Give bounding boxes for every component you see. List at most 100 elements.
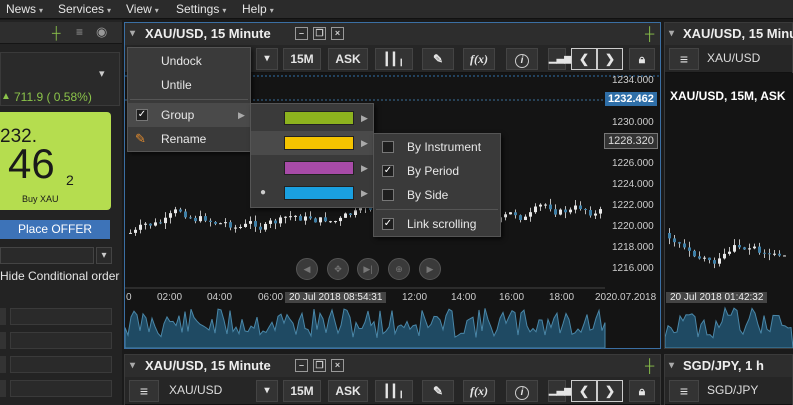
- by-side-item[interactable]: By Side: [374, 183, 500, 207]
- candle: [519, 215, 522, 220]
- place-offer-button[interactable]: Place OFFER: [0, 220, 110, 239]
- window-menu-chevron-icon[interactable]: ▾: [130, 23, 135, 45]
- candle: [314, 218, 317, 223]
- scroll-left-icon[interactable]: ❮: [571, 380, 597, 402]
- volume-bars-icon[interactable]: ▁▃▅: [548, 48, 572, 70]
- nav-first-icon[interactable]: ◀: [296, 258, 318, 280]
- nav-next-icon[interactable]: ▶: [419, 258, 441, 280]
- buy-button[interactable]: 232. 46 2 Buy XAU: [0, 112, 111, 210]
- close-icon[interactable]: ×: [331, 359, 344, 372]
- candle: [234, 227, 237, 229]
- nav-reset-icon[interactable]: ▶|: [357, 258, 379, 280]
- main-chart-titlebar[interactable]: ▾ XAU/USD, 15 Minute – ❐ × ┼: [125, 23, 660, 45]
- green-pin-icon[interactable]: ┼: [645, 23, 654, 45]
- green-pin-icon[interactable]: ┼: [52, 26, 61, 40]
- menu-settings[interactable]: Settings ▾: [176, 2, 226, 16]
- color-item-purple[interactable]: ▶: [251, 156, 373, 180]
- by-period-checkbox[interactable]: ✓: [382, 165, 394, 177]
- chart-type-dropdown-icon[interactable]: ▾: [256, 48, 278, 70]
- right-chart-plot[interactable]: [665, 73, 793, 348]
- quantity-dropdown-icon[interactable]: ▾: [96, 247, 112, 264]
- order-field-3[interactable]: [10, 356, 112, 373]
- by-instrument-item[interactable]: By Instrument: [374, 135, 500, 159]
- undock-menu-item[interactable]: Undock: [128, 49, 250, 73]
- bottom-right-titlebar[interactable]: ▾ SGD/JPY, 1 h: [665, 355, 792, 377]
- window-menu-chevron-icon[interactable]: ▾: [130, 355, 135, 377]
- time-label: 16:00: [499, 292, 525, 303]
- eye-icon[interactable]: ◉: [96, 24, 107, 40]
- candle: [673, 238, 676, 243]
- right-chart-title: XAU/USD, 15 Minute: [683, 26, 793, 41]
- candle: [334, 221, 337, 223]
- menu-services[interactable]: Services ▾: [58, 2, 111, 16]
- link-scrolling-checkbox[interactable]: ✓: [382, 218, 394, 230]
- info-icon[interactable]: i: [506, 380, 538, 402]
- lock-icon[interactable]: 🔒︎: [629, 48, 655, 70]
- menu-help[interactable]: Help ▾: [242, 2, 274, 16]
- untile-menu-item[interactable]: Untile: [128, 73, 250, 97]
- window-menu-chevron-icon[interactable]: ▾: [669, 355, 674, 377]
- indicators-fx-button[interactable]: f(x): [463, 380, 495, 402]
- chart-type-dropdown-icon[interactable]: ▾: [256, 380, 278, 402]
- lock-icon[interactable]: 🔒︎: [629, 380, 655, 402]
- close-icon[interactable]: ×: [331, 27, 344, 40]
- color-item-blue[interactable]: ● ▶: [251, 181, 373, 205]
- quantity-field[interactable]: [0, 247, 94, 264]
- green-pin-icon[interactable]: ┼: [645, 355, 654, 377]
- by-period-item[interactable]: ✓ By Period: [374, 159, 500, 183]
- menu-lines-icon[interactable]: ≡: [76, 25, 83, 39]
- scroll-right-icon[interactable]: ❯: [597, 380, 623, 402]
- zoom-icon[interactable]: ⊕: [388, 258, 410, 280]
- nav-pan-icon[interactable]: ✥: [327, 258, 349, 280]
- restore-icon[interactable]: ❐: [313, 359, 326, 372]
- candle: [698, 256, 701, 259]
- order-field-2[interactable]: [10, 332, 112, 349]
- hamburger-menu-icon[interactable]: ≡: [669, 48, 699, 70]
- color-item-green[interactable]: ▶: [251, 106, 373, 130]
- right-chart-titlebar[interactable]: ▾ XAU/USD, 15 Minute: [665, 23, 793, 45]
- candle: [743, 247, 746, 250]
- order-field-4[interactable]: [10, 380, 112, 397]
- by-instrument-checkbox[interactable]: [382, 141, 394, 153]
- candles-icon[interactable]: ┃┃╷: [375, 380, 413, 402]
- restore-icon[interactable]: ❐: [313, 27, 326, 40]
- rename-menu-item[interactable]: ✎ Rename: [128, 127, 250, 151]
- hamburger-menu-icon[interactable]: ≡: [129, 380, 159, 402]
- menu-news[interactable]: News ▾: [6, 2, 43, 16]
- order-field-1[interactable]: [10, 308, 112, 325]
- bottom-chart-toolbar: ≡ XAU/USD ▾ 15M ASK ┃┃╷ ✎ f(x) i ▁▃▅ ❮ ❯…: [125, 377, 660, 405]
- candle: [219, 223, 222, 225]
- window-menu-chevron-icon[interactable]: ▾: [669, 23, 674, 45]
- scroll-left-icon[interactable]: ❮: [571, 48, 597, 70]
- bottom-chart-titlebar[interactable]: ▾ XAU/USD, 15 Minute – ❐ × ┼: [125, 355, 660, 377]
- hide-conditional-order-link[interactable]: Hide Conditional order: [0, 269, 119, 283]
- group-menu-item[interactable]: ✓ Group ▶: [128, 103, 250, 127]
- menu-view[interactable]: View ▾: [126, 2, 159, 16]
- candle: [584, 208, 587, 211]
- hamburger-menu-icon[interactable]: ≡: [669, 380, 699, 402]
- yellow-swatch: [284, 136, 354, 150]
- scroll-right-icon[interactable]: ❯: [597, 48, 623, 70]
- dropdown-chevron-icon[interactable]: ▾: [99, 67, 105, 80]
- timeframe-button[interactable]: 15M: [283, 380, 321, 402]
- minimize-icon[interactable]: –: [295, 27, 308, 40]
- timeframe-button[interactable]: 15M: [283, 48, 321, 70]
- color-item-yellow[interactable]: ▶: [251, 131, 373, 155]
- group-checkbox[interactable]: ✓: [136, 109, 148, 121]
- candle: [254, 221, 257, 227]
- by-side-checkbox[interactable]: [382, 189, 394, 201]
- side-button[interactable]: ASK: [328, 380, 368, 402]
- draw-pencil-icon[interactable]: ✎: [422, 380, 454, 402]
- candle: [509, 212, 512, 215]
- by-side-label: By Side: [407, 188, 449, 202]
- side-button[interactable]: ASK: [328, 48, 368, 70]
- indicators-fx-button[interactable]: f(x): [463, 48, 495, 70]
- candles-icon[interactable]: ┃┃╷: [375, 48, 413, 70]
- draw-pencil-icon[interactable]: ✎: [422, 48, 454, 70]
- minimize-icon[interactable]: –: [295, 359, 308, 372]
- link-scrolling-item[interactable]: ✓ Link scrolling: [374, 212, 500, 236]
- price-label: 1216.000: [612, 263, 654, 274]
- right-chart-toolbar: ≡ XAU/USD: [665, 45, 792, 73]
- volume-bars-icon[interactable]: ▁▃▅: [548, 380, 572, 402]
- info-icon[interactable]: i: [506, 48, 538, 70]
